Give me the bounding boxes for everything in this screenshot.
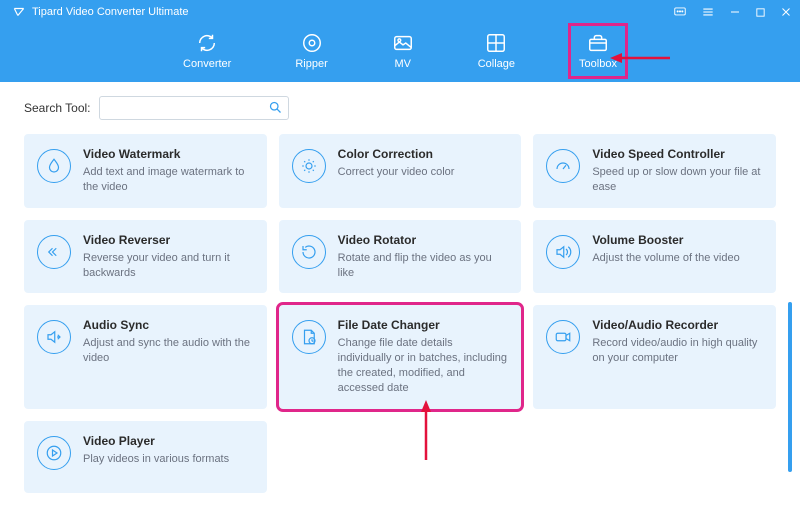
- card-title: Video Watermark: [83, 147, 254, 161]
- card-desc: Reverse your video and turn it backwards: [83, 251, 254, 281]
- tool-grid-row4: Video Player Play videos in various form…: [24, 421, 776, 493]
- card-title: Audio Sync: [83, 318, 254, 332]
- titlebar: Tipard Video Converter Ultimate Converte…: [0, 0, 800, 82]
- nav-label: Collage: [478, 58, 515, 70]
- card-desc: Change file date details individually or…: [338, 336, 509, 395]
- card-title: Video/Audio Recorder: [592, 318, 763, 332]
- volume-icon: [546, 235, 580, 269]
- watermark-icon: [37, 149, 71, 183]
- nav-label: Converter: [183, 58, 231, 70]
- tool-grid: Video Watermark Add text and image water…: [24, 134, 776, 409]
- converter-icon: [196, 32, 218, 54]
- nav-converter[interactable]: Converter: [177, 28, 237, 74]
- tool-video-reverser[interactable]: Video Reverser Reverse your video and tu…: [24, 220, 267, 294]
- rotator-icon: [292, 235, 326, 269]
- minimize-button[interactable]: [729, 6, 741, 18]
- nav-ripper[interactable]: Ripper: [289, 28, 333, 74]
- card-title: Color Correction: [338, 147, 509, 161]
- tool-volume-booster[interactable]: Volume Booster Adjust the volume of the …: [533, 220, 776, 294]
- toolbox-icon: [587, 32, 609, 54]
- tool-video-player[interactable]: Video Player Play videos in various form…: [24, 421, 267, 493]
- titlebar-top: Tipard Video Converter Ultimate: [0, 0, 800, 22]
- nav-collage[interactable]: Collage: [472, 28, 521, 74]
- menu-button[interactable]: [701, 5, 715, 19]
- nav-mv[interactable]: MV: [386, 28, 420, 74]
- app-window: Tipard Video Converter Ultimate Converte…: [0, 0, 800, 519]
- search-row: Search Tool:: [24, 96, 776, 120]
- card-title: Video Reverser: [83, 233, 254, 247]
- collage-icon: [485, 32, 507, 54]
- ripper-icon: [301, 32, 323, 54]
- scrollbar[interactable]: [788, 302, 792, 472]
- search-input[interactable]: [99, 96, 289, 120]
- card-title: Video Rotator: [338, 233, 509, 247]
- close-button[interactable]: [780, 6, 792, 18]
- feedback-button[interactable]: [673, 5, 687, 19]
- card-title: Volume Booster: [592, 233, 763, 247]
- content: Search Tool: Video Watermark Add text an…: [0, 82, 800, 493]
- app-logo: Tipard Video Converter Ultimate: [12, 5, 189, 19]
- card-desc: Play videos in various formats: [83, 452, 254, 467]
- card-desc: Speed up or slow down your file at ease: [592, 165, 763, 195]
- search-label: Search Tool:: [24, 101, 91, 115]
- sync-icon: [37, 320, 71, 354]
- mv-icon: [392, 32, 414, 54]
- app-title: Tipard Video Converter Ultimate: [32, 6, 189, 18]
- card-desc: Adjust and sync the audio with the video: [83, 336, 254, 366]
- reverser-icon: [37, 235, 71, 269]
- card-desc: Rotate and flip the video as you like: [338, 251, 509, 281]
- nav-label: MV: [394, 58, 411, 70]
- card-desc: Add text and image watermark to the vide…: [83, 165, 254, 195]
- search-icon[interactable]: [268, 100, 283, 118]
- tool-recorder[interactable]: Video/Audio Recorder Record video/audio …: [533, 305, 776, 408]
- card-title: File Date Changer: [338, 318, 509, 332]
- tool-color-correction[interactable]: Color Correction Correct your video colo…: [279, 134, 522, 208]
- tool-audio-sync[interactable]: Audio Sync Adjust and sync the audio wit…: [24, 305, 267, 408]
- card-desc: Correct your video color: [338, 165, 509, 180]
- window-controls: [673, 5, 792, 19]
- maximize-button[interactable]: [755, 7, 766, 18]
- card-desc: Adjust the volume of the video: [592, 251, 763, 266]
- top-nav: Converter Ripper MV Collage Toolbox: [0, 22, 800, 74]
- color-icon: [292, 149, 326, 183]
- filedate-icon: [292, 320, 326, 354]
- tool-video-speed[interactable]: Video Speed Controller Speed up or slow …: [533, 134, 776, 208]
- search-box: [99, 96, 289, 120]
- tool-video-rotator[interactable]: Video Rotator Rotate and flip the video …: [279, 220, 522, 294]
- card-title: Video Player: [83, 434, 254, 448]
- card-desc: Record video/audio in high quality on yo…: [592, 336, 763, 366]
- nav-label: Ripper: [295, 58, 327, 70]
- annotation-arrow-toolbox: [610, 50, 670, 66]
- tool-file-date-changer[interactable]: File Date Changer Change file date detai…: [279, 305, 522, 408]
- speed-icon: [546, 149, 580, 183]
- player-icon: [37, 436, 71, 470]
- tool-video-watermark[interactable]: Video Watermark Add text and image water…: [24, 134, 267, 208]
- annotation-arrow-filedate: [418, 400, 434, 460]
- recorder-icon: [546, 320, 580, 354]
- logo-icon: [12, 5, 26, 19]
- card-title: Video Speed Controller: [592, 147, 763, 161]
